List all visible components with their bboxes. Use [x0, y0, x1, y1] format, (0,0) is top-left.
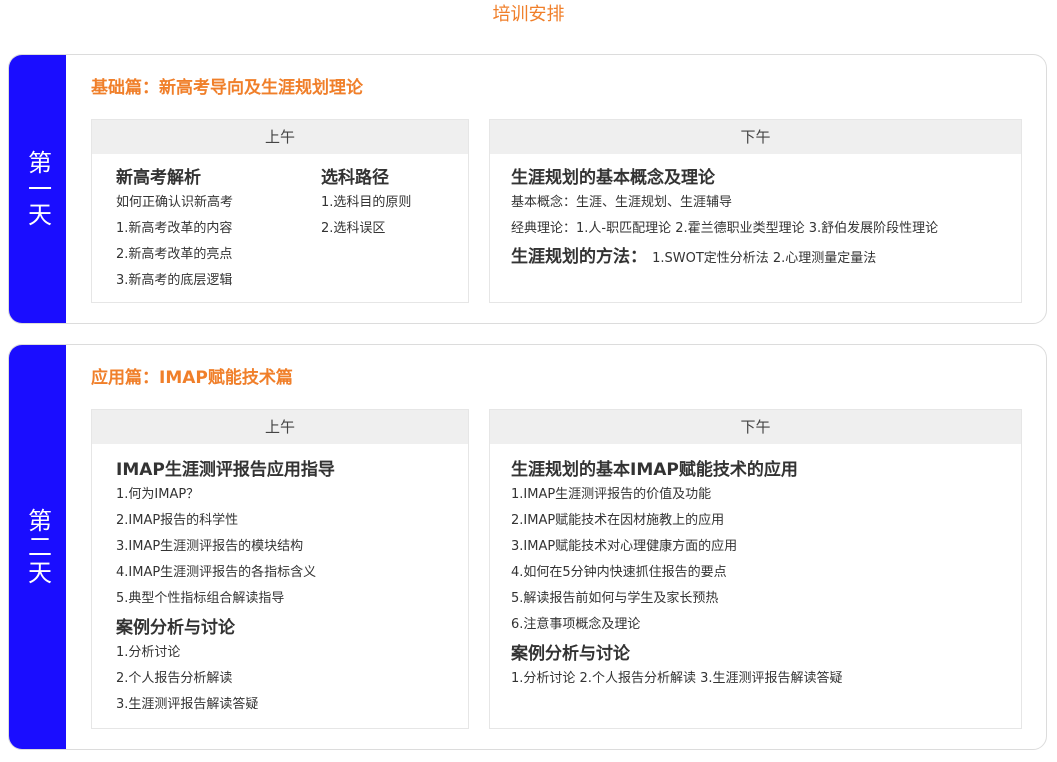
day-label: 第一天 — [23, 150, 52, 228]
morning-content: IMAP生涯测评报告应用指导 1.何为IMAP？ 2.IMAP报告的科学性 3.… — [116, 458, 335, 718]
section-heading: 新高考解析 — [116, 168, 201, 188]
section-heading: 案例分析与讨论 — [511, 644, 630, 664]
list-item: 1.新高考改革的内容 — [116, 221, 233, 236]
list-item: 2.IMAP报告的科学性 — [116, 513, 239, 528]
method-heading: 生涯规划的方法： — [511, 247, 647, 267]
list-item: 3.生涯测评报告解读答疑 — [116, 697, 259, 712]
list-item: 1.选科目的原则 — [321, 195, 412, 210]
afternoon-panel: 下午 生涯规划的基本概念及理论 基本概念：生涯、生涯规划、生涯辅导 经典理论：1… — [489, 119, 1022, 303]
list-item: 经典理论：1.人-职匹配理论 2.霍兰德职业类型理论 3.舒伯发展阶段性理论 — [511, 221, 939, 236]
list-item: 6.注意事项概念及理论 — [511, 617, 641, 632]
list-item: 5.解读报告前如何与学生及家长预热 — [511, 591, 719, 606]
list-item: 2.新高考改革的亮点 — [116, 247, 233, 262]
list-item: 4.IMAP生涯测评报告的各指标含义 — [116, 565, 317, 580]
day-card-1: 第一天 基础篇：新高考导向及生涯规划理论 上午 新高考解析 如何正确认识新高考 … — [8, 54, 1047, 324]
afternoon-content: 生涯规划的基本概念及理论 基本概念：生涯、生涯规划、生涯辅导 经典理论：1.人-… — [511, 166, 938, 274]
panel-header-morning: 上午 — [92, 120, 468, 154]
list-item: 3.IMAP赋能技术对心理健康方面的应用 — [511, 539, 738, 554]
morning-col-left: 新高考解析 如何正确认识新高考 1.新高考改革的内容 2.新高考改革的亮点 3.… — [116, 166, 233, 294]
list-item: 2.个人报告分析解读 — [116, 671, 233, 686]
section-heading: 案例分析与讨论 — [116, 618, 235, 638]
page-title: 培训安排 — [492, 4, 565, 25]
panel-header-afternoon: 下午 — [490, 410, 1021, 444]
list-item: 基本概念：生涯、生涯规划、生涯辅导 — [511, 195, 733, 210]
day-tab-1: 第一天 — [9, 55, 66, 323]
day-label: 第二天 — [23, 508, 52, 586]
list-item: 5.典型个性指标组合解读指导 — [116, 591, 285, 606]
day-tab-2: 第二天 — [9, 345, 66, 749]
panel-header-afternoon: 下午 — [490, 120, 1021, 154]
card-title: 应用篇：IMAP赋能技术篇 — [91, 368, 293, 388]
day-card-2: 第二天 应用篇：IMAP赋能技术篇 上午 IMAP生涯测评报告应用指导 1.何为… — [8, 344, 1047, 750]
list-item: 2.选科误区 — [321, 221, 386, 236]
list-item: 1.分析讨论 — [116, 645, 181, 660]
card-title: 基础篇：新高考导向及生涯规划理论 — [91, 78, 363, 98]
method-text: 1.SWOT定性分析法 2.心理测量定量法 — [652, 251, 877, 266]
morning-col-right: 选科路径 1.选科目的原则 2.选科误区 — [321, 166, 411, 242]
section-heading: 生涯规划的基本概念及理论 — [511, 168, 715, 188]
section-heading: 选科路径 — [321, 168, 389, 188]
morning-panel: 上午 IMAP生涯测评报告应用指导 1.何为IMAP？ 2.IMAP报告的科学性… — [91, 409, 469, 729]
afternoon-content: 生涯规划的基本IMAP赋能技术的应用 1.IMAP生涯测评报告的价值及功能 2.… — [511, 458, 842, 692]
list-item: 1.分析讨论 2.个人报告分析解读 3.生涯测评报告解读答疑 — [511, 671, 843, 686]
panel-header-morning: 上午 — [92, 410, 468, 444]
list-item: 1.何为IMAP？ — [116, 487, 200, 502]
afternoon-panel: 下午 生涯规划的基本IMAP赋能技术的应用 1.IMAP生涯测评报告的价值及功能… — [489, 409, 1022, 729]
morning-panel: 上午 新高考解析 如何正确认识新高考 1.新高考改革的内容 2.新高考改革的亮点… — [91, 119, 469, 303]
list-item: 1.IMAP生涯测评报告的价值及功能 — [511, 487, 712, 502]
list-item: 4.如何在5分钟内快速抓住报告的要点 — [511, 565, 727, 580]
section-heading: 生涯规划的基本IMAP赋能技术的应用 — [511, 460, 798, 480]
list-item: 如何正确认识新高考 — [116, 195, 234, 210]
method-row: 生涯规划的方法： 1.SWOT定性分析法 2.心理测量定量法 — [511, 242, 938, 274]
list-item: 3.IMAP生涯测评报告的模块结构 — [116, 539, 304, 554]
list-item: 3.新高考的底层逻辑 — [116, 273, 233, 288]
list-item: 2.IMAP赋能技术在因材施教上的应用 — [511, 513, 725, 528]
section-heading: IMAP生涯测评报告应用指导 — [116, 460, 335, 480]
